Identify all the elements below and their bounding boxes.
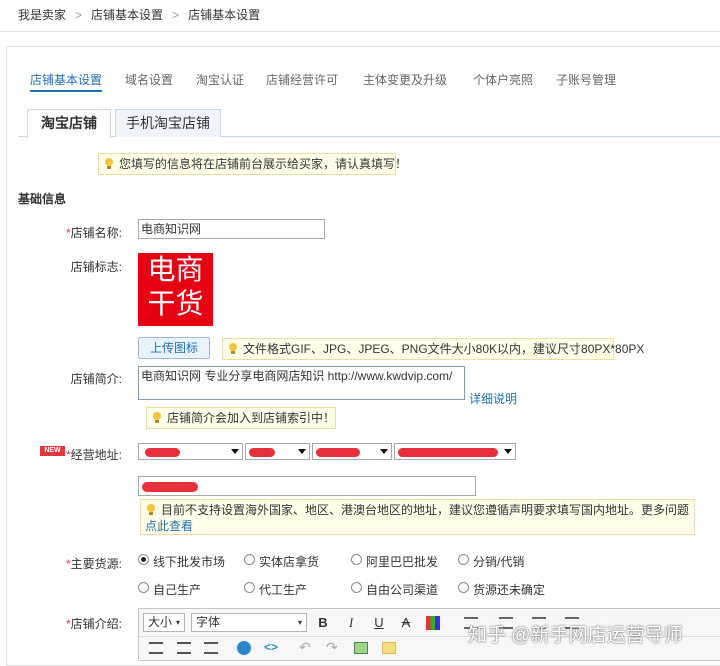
tab-entity-change[interactable]: 主体变更及升级 (363, 72, 447, 92)
chevron-down-icon (380, 449, 388, 454)
intro-hint-text: 店铺简介会加入到店铺索引中！ (167, 411, 336, 425)
shop-name-input[interactable]: 电商知识网 (138, 219, 325, 239)
strikethrough-button[interactable]: A (396, 613, 416, 633)
shop-logo-image: 电商 干货 (138, 253, 213, 326)
outdent-icon[interactable] (177, 642, 191, 654)
source-option-retail-store[interactable]: 实体店拿货 (244, 553, 319, 570)
chevron-down-icon (231, 449, 239, 454)
radio-icon (138, 554, 149, 565)
radio-icon (351, 582, 362, 593)
source-option-undecided[interactable]: 货源还未确定 (458, 581, 545, 598)
address-hint-text: 目前不支持设置海外国家、地区、港澳台地区的地址，建议您遵循声明要求填写国内地址。 (161, 503, 642, 517)
font-family-dropdown[interactable]: 字体 ▾ (191, 613, 307, 632)
undo-icon[interactable]: ↶ (299, 639, 311, 656)
detail-link[interactable]: 详细说明 (469, 390, 517, 407)
tab-sub-account[interactable]: 子账号管理 (556, 72, 616, 92)
upload-hint-notice: 文件格式GIF、JPG、JPEG、PNG文件大小80K以内，建议尺寸80PX*8… (222, 338, 644, 360)
source-label: *主要货源: (65, 557, 122, 571)
ordered-list-icon[interactable] (149, 642, 163, 654)
radio-icon (351, 554, 362, 565)
italic-button[interactable]: I (341, 613, 361, 633)
tab-domain-settings[interactable]: 域名设置 (125, 72, 173, 92)
upload-hint-text: 文件格式GIF、JPG、JPEG、PNG文件大小80K以内，建议尺寸80PX*8… (243, 342, 645, 356)
detailed-address-input[interactable] (138, 476, 476, 496)
watermark-text: 知乎 @新手网店运营导师 (468, 625, 683, 646)
source-option-self-produced[interactable]: 自己生产 (138, 581, 201, 598)
district-select[interactable] (312, 443, 392, 460)
info-notice: 您填写的信息将在店铺前台展示给买家，请认真填写！ (98, 153, 407, 175)
street-select[interactable] (394, 443, 516, 460)
sub-tab-taobao-shop[interactable]: 淘宝店铺 (27, 109, 111, 138)
redacted-value (398, 448, 498, 457)
lightbulb-icon (152, 412, 162, 424)
upload-logo-button[interactable]: 上传图标 (138, 337, 210, 359)
logo-text-line1: 电商 (147, 253, 204, 286)
chevron-down-icon: ▾ (297, 618, 302, 627)
source-option-distribution[interactable]: 分销/代销 (458, 553, 524, 570)
radio-icon (458, 554, 469, 565)
lightbulb-icon (104, 158, 114, 170)
address-more-text: 更多问题 (641, 503, 690, 517)
code-icon[interactable]: <> (264, 640, 278, 654)
breadcrumb-item-seller[interactable]: 我是卖家 (18, 8, 66, 22)
redacted-value (145, 448, 180, 457)
breadcrumb-item-current: 店铺基本设置 (188, 8, 261, 22)
radio-icon (138, 582, 149, 593)
breadcrumb-separator: > (172, 8, 180, 22)
lightbulb-icon (228, 343, 238, 355)
info-notice-text: 您填写的信息将在店铺前台展示给买家，请认真填写！ (119, 157, 408, 171)
source-option-own-channel[interactable]: 自由公司渠道 (351, 581, 438, 598)
redacted-value (249, 448, 275, 457)
province-select[interactable] (138, 443, 243, 460)
redacted-value (316, 448, 360, 457)
breadcrumb-separator: > (75, 8, 83, 22)
source-option-alibaba[interactable]: 阿里巴巴批发 (351, 553, 438, 570)
shop-name-label: *店铺名称: (65, 226, 122, 240)
shop-logo-label: 店铺标志: (70, 260, 122, 274)
address-hint-notice: 目前不支持设置海外国家、地区、港澳台地区的地址，建议您遵循声明要求填写国内地址。… (140, 499, 695, 535)
flash-icon[interactable] (382, 642, 396, 654)
redacted-value (142, 482, 198, 492)
color-grid-icon[interactable] (426, 616, 440, 630)
tab-individual-license[interactable]: 个体户亮照 (473, 72, 533, 92)
link-globe-icon[interactable] (237, 641, 251, 655)
address-label: *经营地址: (65, 448, 122, 462)
tab-taobao-certification[interactable]: 淘宝认证 (196, 72, 244, 92)
shop-description-label: *店铺介绍: (65, 617, 122, 631)
font-size-dropdown[interactable]: 大小 ▾ (143, 613, 185, 632)
lightbulb-icon (146, 504, 156, 516)
source-option-wholesale-market[interactable]: 线下批发市场 (138, 553, 225, 570)
radio-icon (244, 582, 255, 593)
breadcrumb-item-shop-settings[interactable]: 店铺基本设置 (91, 8, 163, 22)
indent-icon[interactable] (204, 642, 218, 654)
tab-shop-basic-settings[interactable]: 店铺基本设置 (30, 72, 103, 92)
radio-icon (458, 582, 469, 593)
underline-button[interactable]: U (369, 613, 389, 633)
shop-intro-label: 店铺简介: (70, 372, 122, 386)
city-select[interactable] (245, 443, 310, 460)
sub-tab-mobile-taobao-shop[interactable]: 手机淘宝店铺 (115, 109, 221, 137)
bold-button[interactable]: B (313, 613, 333, 633)
radio-icon (244, 554, 255, 565)
chevron-down-icon (298, 449, 306, 454)
section-title-basic-info: 基础信息 (18, 192, 67, 206)
intro-hint-notice: 店铺简介会加入到店铺索引中！ (146, 407, 336, 429)
image-icon[interactable] (354, 642, 368, 654)
chevron-down-icon: ▾ (175, 618, 180, 627)
redo-icon[interactable]: ↷ (326, 639, 338, 656)
shop-intro-textarea[interactable]: 电商知识网 专业分享电商网店知识 http://www.kwdvip.com/ (138, 366, 465, 400)
logo-text-line2: 干货 (147, 287, 204, 320)
breadcrumb: 我是卖家 > 店铺基本设置 > 店铺基本设置 (0, 0, 720, 32)
source-option-oem[interactable]: 代工生产 (244, 581, 307, 598)
tab-business-license[interactable]: 店铺经营许可 (266, 72, 338, 92)
chevron-down-icon (504, 449, 512, 454)
address-help-link[interactable]: 点此查看 (145, 519, 193, 533)
